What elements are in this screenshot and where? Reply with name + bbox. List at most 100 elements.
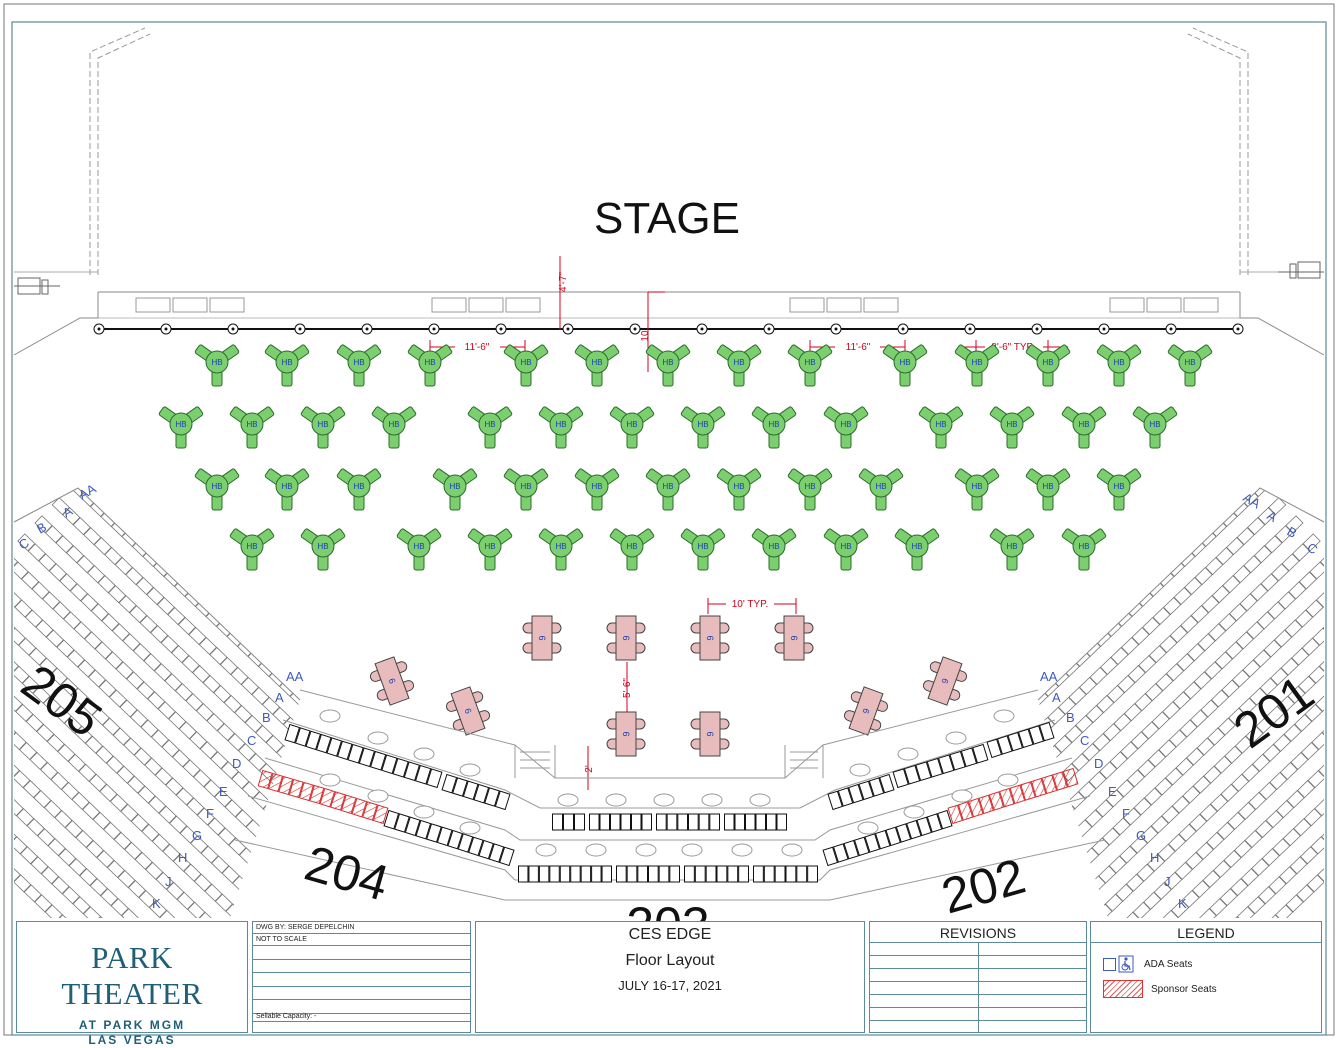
highboy-table[interactable]: HB: [396, 528, 441, 570]
seat: [0, 674, 1, 691]
highboy-table[interactable]: HB: [432, 468, 477, 510]
highboy-table[interactable]: HB: [609, 528, 654, 570]
highboy-table[interactable]: HB: [1096, 344, 1141, 386]
highboy-table[interactable]: HB: [194, 344, 239, 386]
highboy-table[interactable]: HB: [645, 468, 690, 510]
row-letter-left: E: [219, 784, 228, 799]
cocktail-oval: [732, 844, 752, 856]
truss-point: [362, 324, 372, 334]
revisions-table: REVISIONS: [869, 921, 1087, 1033]
six-top-table[interactable]: 6: [443, 684, 494, 738]
highboy-table[interactable]: HB: [538, 528, 583, 570]
highboy-table[interactable]: HB: [1061, 406, 1106, 448]
six-top-table[interactable]: 6: [775, 616, 813, 660]
highboy-table[interactable]: HB: [751, 406, 796, 448]
highboy-table[interactable]: HB: [716, 344, 761, 386]
highboy-table[interactable]: HB: [574, 344, 619, 386]
six-top-table[interactable]: 6: [841, 684, 892, 738]
seat: [1325, 789, 1338, 806]
cocktail-oval: [850, 764, 870, 776]
six-top-table[interactable]: 6: [920, 654, 971, 708]
highboy-table[interactable]: HB: [858, 468, 903, 510]
stage-front-box: [1110, 298, 1144, 312]
highboy-table[interactable]: HB: [894, 528, 939, 570]
highboy-table[interactable]: HB: [1025, 468, 1070, 510]
highboy-label: HB: [697, 542, 708, 551]
highboy-table[interactable]: HB: [751, 528, 796, 570]
seat: [1071, 858, 1088, 875]
row-letter-left: G: [192, 828, 202, 843]
highboy-table[interactable]: HB: [954, 468, 999, 510]
highboy-table[interactable]: HB: [467, 528, 512, 570]
highboy-table[interactable]: HB: [680, 406, 725, 448]
seat: [1326, 684, 1338, 701]
highboy-table[interactable]: HB: [336, 344, 381, 386]
highboy-table[interactable]: HB: [300, 406, 345, 448]
highboy-table[interactable]: HB: [1132, 406, 1177, 448]
highboy-table[interactable]: HB: [787, 468, 832, 510]
highboy-table[interactable]: HB: [300, 528, 345, 570]
highboy-label: HB: [1113, 482, 1124, 491]
highboy-table[interactable]: HB: [538, 406, 583, 448]
six-top-table[interactable]: 6: [607, 616, 645, 660]
seat: [1047, 812, 1064, 829]
highboy-table[interactable]: HB: [503, 468, 548, 510]
stage-front-box: [1184, 298, 1218, 312]
highboy-table[interactable]: HB: [954, 344, 999, 386]
highboy-table[interactable]: HB: [336, 468, 381, 510]
highboy-table[interactable]: HB: [989, 406, 1034, 448]
highboy-table[interactable]: HB: [680, 528, 725, 570]
highboy-table[interactable]: HB: [1167, 344, 1212, 386]
dim-table-row: 5'-6": [622, 678, 633, 698]
seat-row: [442, 775, 510, 810]
seat-row: [823, 831, 890, 866]
six-top-table[interactable]: 6: [691, 616, 729, 660]
highboy-table[interactable]: HB: [989, 528, 1034, 570]
highboy-table[interactable]: HB: [1096, 468, 1141, 510]
seat: [1332, 817, 1338, 834]
highboy-label: HB: [840, 542, 851, 551]
wheelchair-icon: [1118, 955, 1134, 973]
highboy-table[interactable]: HB: [823, 528, 868, 570]
seat: [287, 756, 304, 773]
seat: [1322, 827, 1338, 844]
seat: [0, 789, 13, 806]
highboy-table[interactable]: HB: [264, 468, 309, 510]
highboy-label: HB: [662, 482, 673, 491]
highboy-table[interactable]: HB: [645, 344, 690, 386]
highboy-table[interactable]: HB: [1061, 528, 1106, 570]
row-letter-left: F: [206, 806, 214, 821]
row-letter-right: AA: [1040, 669, 1058, 684]
dim-table-typ: 10' TYP.: [732, 599, 769, 610]
stage-front-box: [1147, 298, 1181, 312]
six-top-table[interactable]: 6: [607, 712, 645, 756]
highboy-table[interactable]: HB: [371, 406, 416, 448]
seat: [1020, 699, 1037, 716]
highboy-table[interactable]: HB: [194, 468, 239, 510]
highboy-table[interactable]: HB: [158, 406, 203, 448]
highboy-table[interactable]: HB: [467, 406, 512, 448]
seat: [1328, 855, 1338, 872]
highboy-label: HB: [317, 542, 328, 551]
highboy-table[interactable]: HB: [574, 468, 619, 510]
dim-stage-gap: 4'-7": [558, 272, 569, 292]
highboy-table[interactable]: HB: [823, 406, 868, 448]
highboy-table[interactable]: HB: [918, 406, 963, 448]
six-top-table[interactable]: 6: [523, 616, 561, 660]
seat: [1064, 830, 1081, 847]
highboy-label: HB: [1149, 420, 1160, 429]
highboy-table[interactable]: HB: [609, 406, 654, 448]
highboy-table[interactable]: HB: [716, 468, 761, 510]
highboy-table[interactable]: HB: [229, 406, 274, 448]
highboy-table[interactable]: HB: [503, 344, 548, 386]
row-letter-left: J: [165, 874, 172, 889]
table-label: 6: [537, 635, 547, 640]
six-top-table[interactable]: 6: [367, 654, 418, 708]
seat: [312, 814, 329, 831]
seat-row: [519, 866, 612, 882]
cocktail-oval: [654, 794, 674, 806]
six-top-table[interactable]: 6: [691, 712, 729, 756]
highboy-table[interactable]: HB: [229, 528, 274, 570]
legend-header: LEGEND: [1091, 922, 1321, 943]
highboy-table[interactable]: HB: [264, 344, 309, 386]
